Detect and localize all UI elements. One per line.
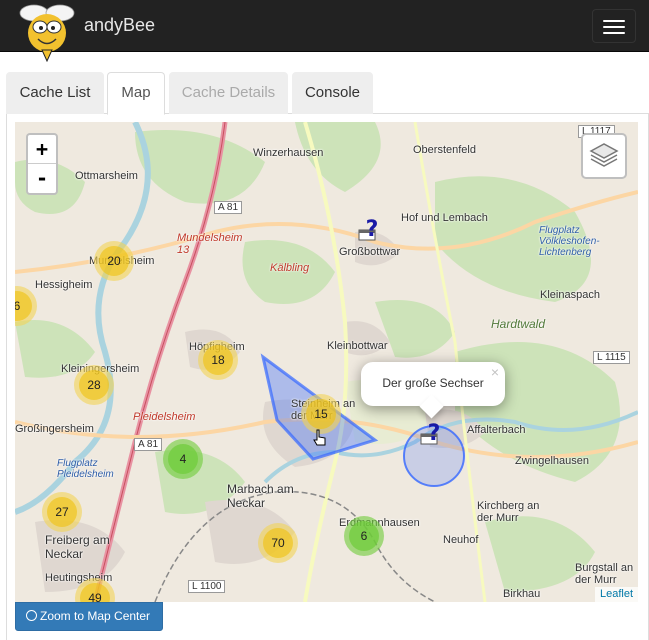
place-label: Neuhof	[443, 534, 479, 546]
road-label: A 81	[214, 201, 243, 214]
place-label: Zwingelhausen	[515, 455, 589, 467]
tab-cache-list[interactable]: Cache List	[6, 72, 104, 114]
place-label: Freiberg am Neckar	[45, 533, 110, 561]
road-label: A 81	[134, 438, 163, 451]
place-label: Kälbling	[270, 262, 310, 274]
svg-text:?: ?	[428, 421, 441, 446]
place-label: Winzerhausen	[253, 147, 324, 159]
marker-cluster[interactable]: 70	[258, 523, 298, 563]
cluster-count: 18	[203, 345, 233, 375]
place-label: Birkhau	[503, 588, 541, 600]
cluster-count: 20	[99, 246, 129, 276]
leaflet-attribution-link[interactable]: Leaflet	[594, 587, 638, 602]
hamburger-icon	[603, 20, 625, 22]
layers-control-button[interactable]	[581, 133, 627, 179]
navbar: andyBee	[0, 0, 649, 62]
marker-cluster[interactable]: 20	[94, 241, 134, 281]
zoom-in-button[interactable]: +	[28, 135, 56, 164]
tab-cache-details: Cache Details	[169, 72, 288, 114]
marker-cluster[interactable]: 28	[74, 365, 114, 405]
place-label: Kleinaspach	[540, 289, 600, 301]
bee-logo-icon[interactable]	[16, 4, 78, 62]
tab-console[interactable]: Console	[292, 72, 373, 114]
unknown-cache-icon[interactable]: ?	[357, 216, 387, 246]
cluster-count: 49	[80, 583, 110, 602]
cluster-count: 28	[79, 370, 109, 400]
place-label: Burgstall an der Murr	[575, 562, 634, 586]
cluster-count: 27	[47, 497, 77, 527]
map-view[interactable]: Winzerhausen Oberstenfeld Ottmarsheim Ho…	[15, 122, 638, 602]
cluster-count: 6	[349, 521, 379, 551]
svg-text:?: ?	[366, 217, 379, 242]
menu-toggle-button[interactable]	[592, 9, 636, 43]
brand-name[interactable]: andyBee	[84, 14, 155, 36]
hamburger-icon-bar	[603, 26, 625, 28]
place-label: Pleidelsheim	[133, 411, 196, 423]
tab-bar: Cache List Map Cache Details Console	[6, 72, 649, 115]
place-label: Flugplatz Völkleshofen-Lichtenberg	[539, 225, 600, 258]
road-label: L 1115	[593, 351, 630, 364]
cluster-count: 15	[306, 399, 336, 429]
layers-icon	[589, 143, 619, 167]
zoom-control: + -	[26, 133, 58, 195]
zoom-out-button[interactable]: -	[28, 164, 56, 193]
marker-cluster[interactable]: 6	[344, 516, 384, 556]
popup-text[interactable]: Der große Sechser	[361, 376, 505, 390]
marker-cluster[interactable]: 27	[42, 492, 82, 532]
place-label: Flugplatz Pleidelsheim	[57, 458, 114, 480]
cluster-count: 4	[168, 444, 198, 474]
place-label: Ottmarsheim	[75, 170, 138, 182]
cache-popup: Der große Sechser ×	[361, 362, 505, 419]
zoom-to-map-center-button[interactable]: Zoom to Map Center	[15, 602, 163, 631]
place-label: Großbottwar	[339, 246, 401, 258]
place-label: Großingersheim	[15, 423, 94, 435]
marker-cluster[interactable]: 18	[198, 340, 238, 380]
place-label: Hardtwald	[491, 317, 546, 331]
marker-cluster[interactable]: 15	[301, 394, 341, 434]
popup-close-button[interactable]: ×	[491, 365, 499, 379]
place-label: Oberstenfeld	[413, 144, 476, 156]
cluster-count: 70	[263, 528, 293, 558]
zoom-to-map-center-label: Zoom to Map Center	[40, 609, 151, 623]
place-label: Kleinbottwar	[327, 340, 388, 352]
place-label: Kirchberg an der Murr	[477, 500, 540, 524]
tab-map[interactable]: Map	[107, 72, 165, 115]
unknown-cache-icon[interactable]: ?	[419, 420, 449, 450]
globe-icon	[26, 610, 37, 621]
hand-cursor-icon	[313, 429, 326, 446]
place-label: Affalterbach	[467, 424, 526, 436]
map-tiles	[15, 122, 638, 602]
road-label: L 1100	[188, 580, 226, 593]
place-label: Hof und Lembach	[401, 212, 488, 224]
place-label: Hessigheim	[35, 279, 93, 291]
cluster-count: 6	[15, 291, 32, 321]
hamburger-icon-bar	[603, 32, 625, 34]
place-label: Mundelsheim 13	[177, 232, 243, 256]
place-label: Marbach am Neckar	[227, 482, 294, 510]
marker-cluster[interactable]: 4	[163, 439, 203, 479]
